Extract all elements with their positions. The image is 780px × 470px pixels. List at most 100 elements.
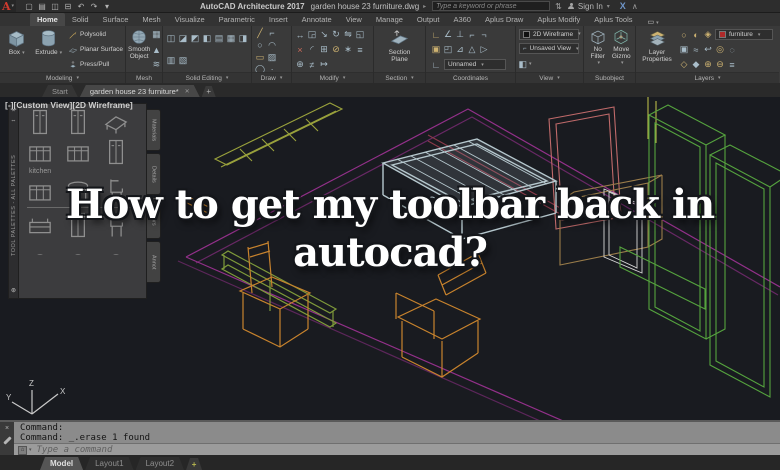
- scale-icon[interactable]: ◱: [354, 29, 366, 41]
- plot-icon[interactable]: ⊟: [63, 1, 73, 11]
- ucs-3point-icon[interactable]: ⊿: [454, 44, 466, 56]
- viewport-controls-label[interactable]: [-][Custom View][2D Wireframe]: [5, 100, 133, 110]
- panel-label-solid-editing[interactable]: Solid Editing: [163, 72, 251, 83]
- mesh-refine-icon[interactable]: ▦: [150, 29, 162, 41]
- layer-lock-icon[interactable]: ◈: [702, 29, 714, 41]
- join-icon[interactable]: ⊕: [294, 59, 306, 71]
- view-name-dropdown[interactable]: ⌐ Unsaved View: [519, 43, 579, 55]
- point-icon[interactable]: ∙: [266, 63, 278, 72]
- kitchen-column-cabinet-tool[interactable]: [103, 138, 129, 166]
- ucs-named-dropdown[interactable]: Unnamed: [444, 59, 506, 70]
- viewport-config-icon[interactable]: ◧: [518, 58, 531, 70]
- ucs-previous-icon[interactable]: ∠: [442, 29, 454, 41]
- ribbon-tab-manage[interactable]: Manage: [369, 13, 410, 26]
- sign-in-dropdown-icon[interactable]: ▾: [607, 3, 610, 10]
- ribbon-tab-aplus-tools[interactable]: Aplus Tools: [587, 13, 639, 26]
- smooth-object-button[interactable]: Smooth Object: [128, 27, 150, 72]
- kitchen-base-cabinet-tool[interactable]: [27, 138, 53, 166]
- new-layout-button[interactable]: +: [186, 458, 202, 470]
- mirror-icon[interactable]: ⇋: [342, 29, 354, 41]
- ribbon-tab-aplus-modify[interactable]: Aplus Modify: [530, 13, 587, 26]
- ucs-face-icon[interactable]: ⊥: [454, 29, 466, 41]
- command-customize-icon[interactable]: [2, 436, 12, 445]
- layer-unisolate-icon[interactable]: ◌: [726, 44, 738, 56]
- ucs-y-icon[interactable]: ▷: [478, 44, 490, 56]
- file-tab-document[interactable]: garden house 23 furniture* ✕: [80, 85, 200, 97]
- ribbon-tab-visualize[interactable]: Visualize: [168, 13, 212, 26]
- search-scope-arrow-icon[interactable]: ▸: [423, 3, 426, 10]
- move-icon[interactable]: ↔: [294, 29, 306, 41]
- panel-label-mesh[interactable]: Mesh: [126, 72, 162, 83]
- layer-walk-icon[interactable]: ≡: [726, 59, 738, 71]
- ribbon-tab-mesh[interactable]: Mesh: [135, 13, 167, 26]
- file-tab-start[interactable]: Start: [42, 85, 78, 97]
- layer-off-icon[interactable]: ◆: [690, 59, 702, 71]
- line-icon[interactable]: ╱: [254, 27, 266, 39]
- panel-label-draw[interactable]: Draw: [252, 72, 291, 83]
- planar-surface-button[interactable]: Planar Surface: [68, 45, 123, 55]
- qat-dropdown-icon[interactable]: ▾: [102, 1, 112, 11]
- ribbon-tab-parametric[interactable]: Parametric: [212, 13, 262, 26]
- layer-properties-button[interactable]: Layer Properties: [638, 27, 676, 72]
- layer-previous-icon[interactable]: ↩: [702, 44, 714, 56]
- panel-label-modify[interactable]: Modify: [292, 72, 373, 83]
- panel-label-view[interactable]: View: [516, 72, 583, 83]
- layer-on-icon[interactable]: ○: [678, 29, 690, 41]
- ucs-view-icon[interactable]: ¬: [478, 29, 490, 41]
- palette-tab-materials[interactable]: Materials: [147, 109, 161, 151]
- ellipse-icon[interactable]: ◯: [254, 63, 266, 73]
- command-suggestion-icon[interactable]: ⌂: [18, 445, 27, 455]
- open-file-icon[interactable]: ▤: [37, 1, 47, 11]
- new-drawing-tab-button[interactable]: +: [202, 86, 216, 97]
- palette-properties-icon[interactable]: ⊛: [11, 287, 16, 294]
- layer-isolate-icon[interactable]: ◎: [714, 44, 726, 56]
- ucs-zaxis-icon[interactable]: ◰: [442, 44, 454, 56]
- extract-edges-icon[interactable]: ◨: [237, 32, 249, 44]
- command-close-icon[interactable]: ×: [5, 425, 9, 432]
- layer-dropdown[interactable]: furniture: [715, 29, 773, 40]
- redo-icon[interactable]: ↷: [89, 1, 99, 11]
- layer-freeze-icon[interactable]: ◐: [690, 29, 702, 41]
- ribbon-tab-home[interactable]: Home: [30, 13, 65, 26]
- erase-icon[interactable]: ⊘: [330, 44, 342, 56]
- fillet-edge-icon[interactable]: ▧: [177, 55, 189, 67]
- mesh-smooth-more-icon[interactable]: ≋: [150, 59, 162, 71]
- ribbon-tab-insert[interactable]: Insert: [262, 13, 295, 26]
- offset-edge-icon[interactable]: ▥: [165, 55, 177, 67]
- layer-make-current-icon[interactable]: ▣: [678, 44, 690, 56]
- ucs-origin-icon[interactable]: ▣: [430, 44, 442, 56]
- kitchen-drawer-cabinet-tool[interactable]: [65, 138, 91, 166]
- mesh-crease-icon[interactable]: ▲: [150, 44, 162, 56]
- intersect-icon[interactable]: ◩: [189, 32, 201, 44]
- file-tab-close-icon[interactable]: ✕: [185, 88, 190, 95]
- polysolid-button[interactable]: Polysolid: [68, 30, 123, 40]
- trim-icon[interactable]: ×: [294, 44, 306, 56]
- hatch-icon[interactable]: ▨: [266, 51, 278, 63]
- application-menu-button[interactable]: A ▾: [0, 0, 16, 13]
- ribbon-tab-surface[interactable]: Surface: [96, 13, 136, 26]
- ribbon-tab-aplus-draw[interactable]: Aplus Draw: [478, 13, 530, 26]
- array-icon[interactable]: ⊞: [318, 44, 330, 56]
- panel-label-coordinates[interactable]: Coordinates: [426, 72, 515, 83]
- exchange-apps-icon[interactable]: X: [620, 1, 626, 11]
- rectangle-icon[interactable]: ▭: [254, 51, 266, 63]
- panel-label-layers[interactable]: Layers: [636, 72, 779, 83]
- lengthen-icon[interactable]: ↦: [318, 59, 330, 71]
- ribbon-tab-view[interactable]: View: [339, 13, 369, 26]
- thicken-icon[interactable]: ▤: [213, 32, 225, 44]
- undo-icon[interactable]: ↶: [76, 1, 86, 11]
- panel-label-modeling[interactable]: Modeling: [0, 72, 125, 83]
- rotate-icon[interactable]: ↻: [330, 29, 342, 41]
- explode-icon[interactable]: ∗: [342, 44, 354, 56]
- stretch-icon[interactable]: ↘: [318, 29, 330, 41]
- polyline-icon[interactable]: ⌐: [266, 27, 278, 39]
- subtract-icon[interactable]: ◪: [177, 32, 189, 44]
- extrude-button[interactable]: Extrude: [31, 27, 66, 72]
- kitchen-larder-cabinet-tool[interactable]: [65, 108, 91, 136]
- new-file-icon[interactable]: ▢: [24, 1, 34, 11]
- palette-autohide-icon[interactable]: ⇔: [11, 118, 17, 124]
- layout-tab-layout2[interactable]: Layout2: [136, 457, 184, 470]
- help-search-input[interactable]: [433, 2, 550, 10]
- ucs-x-icon[interactable]: △: [466, 44, 478, 56]
- layer-match-icon[interactable]: ≈: [690, 44, 702, 56]
